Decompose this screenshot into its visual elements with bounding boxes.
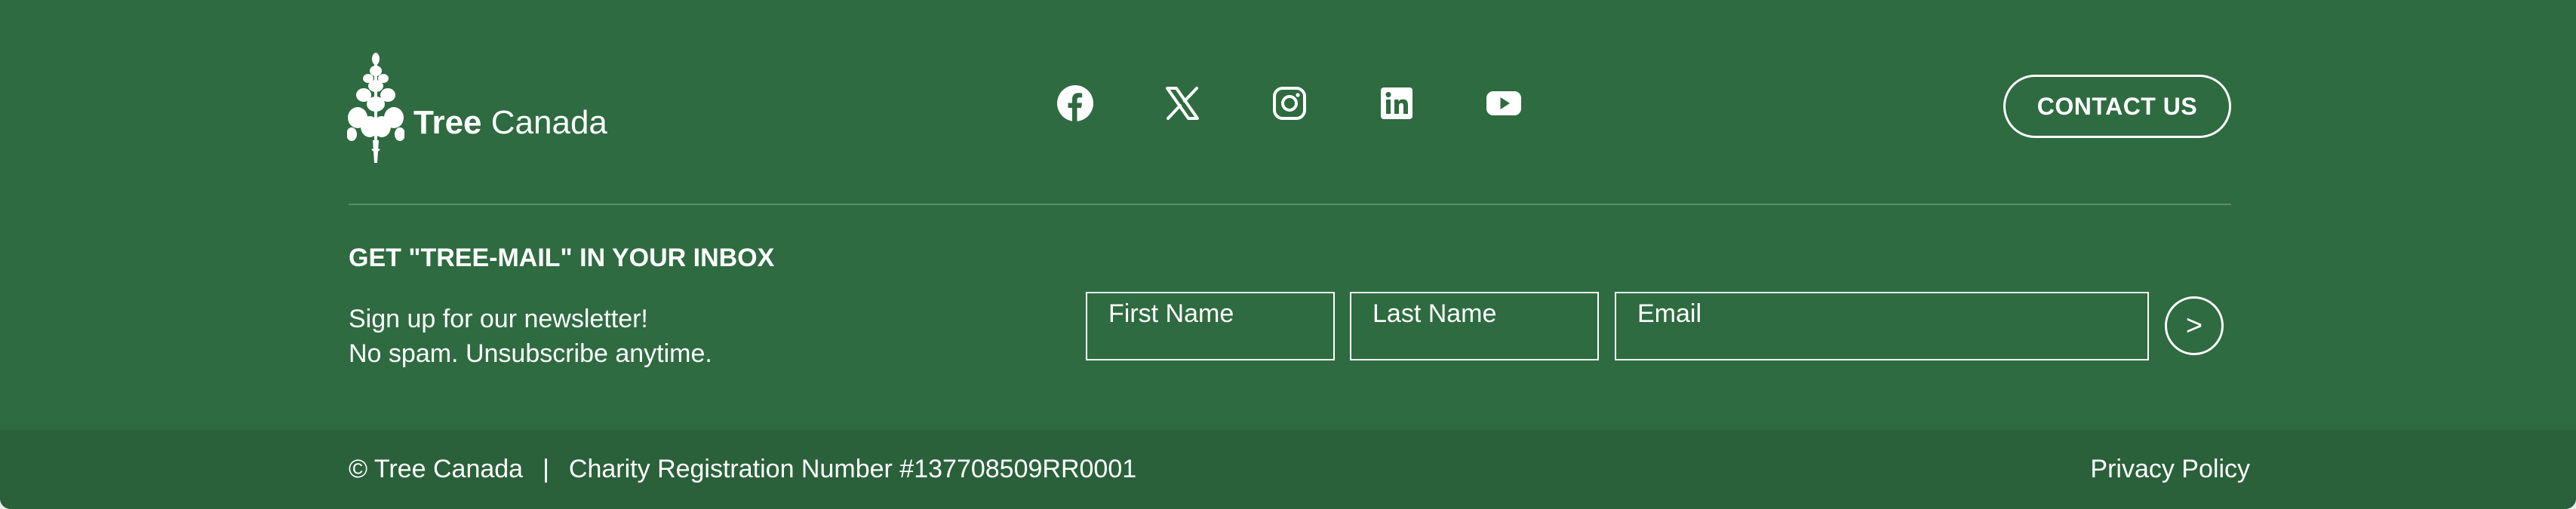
tree-logo-icon: [347, 53, 404, 163]
newsletter-title: GET "TREE-MAIL" IN YOUR INBOX: [349, 244, 775, 272]
site-footer: Tree Canada CONTACT US GET "TREE-MAIL" I…: [0, 0, 2576, 509]
privacy-policy-link[interactable]: Privacy Policy: [2090, 455, 2250, 484]
x-icon[interactable]: [1164, 84, 1201, 122]
last-name-input[interactable]: [1350, 292, 1599, 360]
charity-registration: Charity Registration Number #137708509RR…: [568, 455, 1137, 483]
email-input[interactable]: [1615, 292, 2149, 360]
brand-name: Tree Canada: [413, 106, 607, 140]
brand-name-regular: Canada: [490, 104, 607, 141]
newsletter-submit-button[interactable]: >: [2165, 296, 2224, 355]
newsletter-line-2: No spam. Unsubscribe anytime.: [349, 339, 712, 368]
instagram-icon[interactable]: [1271, 84, 1308, 122]
youtube-icon[interactable]: [1485, 84, 1523, 122]
first-name-input[interactable]: [1086, 292, 1335, 360]
social-links: [1056, 84, 1523, 122]
brand-name-bold: Tree: [413, 104, 482, 141]
contact-us-button[interactable]: CONTACT US: [2003, 75, 2231, 138]
tree-canada-logo[interactable]: Tree Canada: [347, 51, 607, 163]
facebook-icon[interactable]: [1056, 84, 1094, 122]
copyright-line: © Tree Canada | Charity Registration Numbe…: [349, 455, 1136, 484]
linkedin-icon[interactable]: [1378, 84, 1416, 122]
footer-divider: [349, 204, 2231, 205]
copyright-text: © Tree Canada: [349, 455, 524, 483]
newsletter-line-1: Sign up for our newsletter!: [349, 305, 648, 333]
copyright-separator: |: [543, 455, 549, 483]
newsletter-description: Sign up for our newsletter! No spam. Uns…: [349, 302, 712, 371]
